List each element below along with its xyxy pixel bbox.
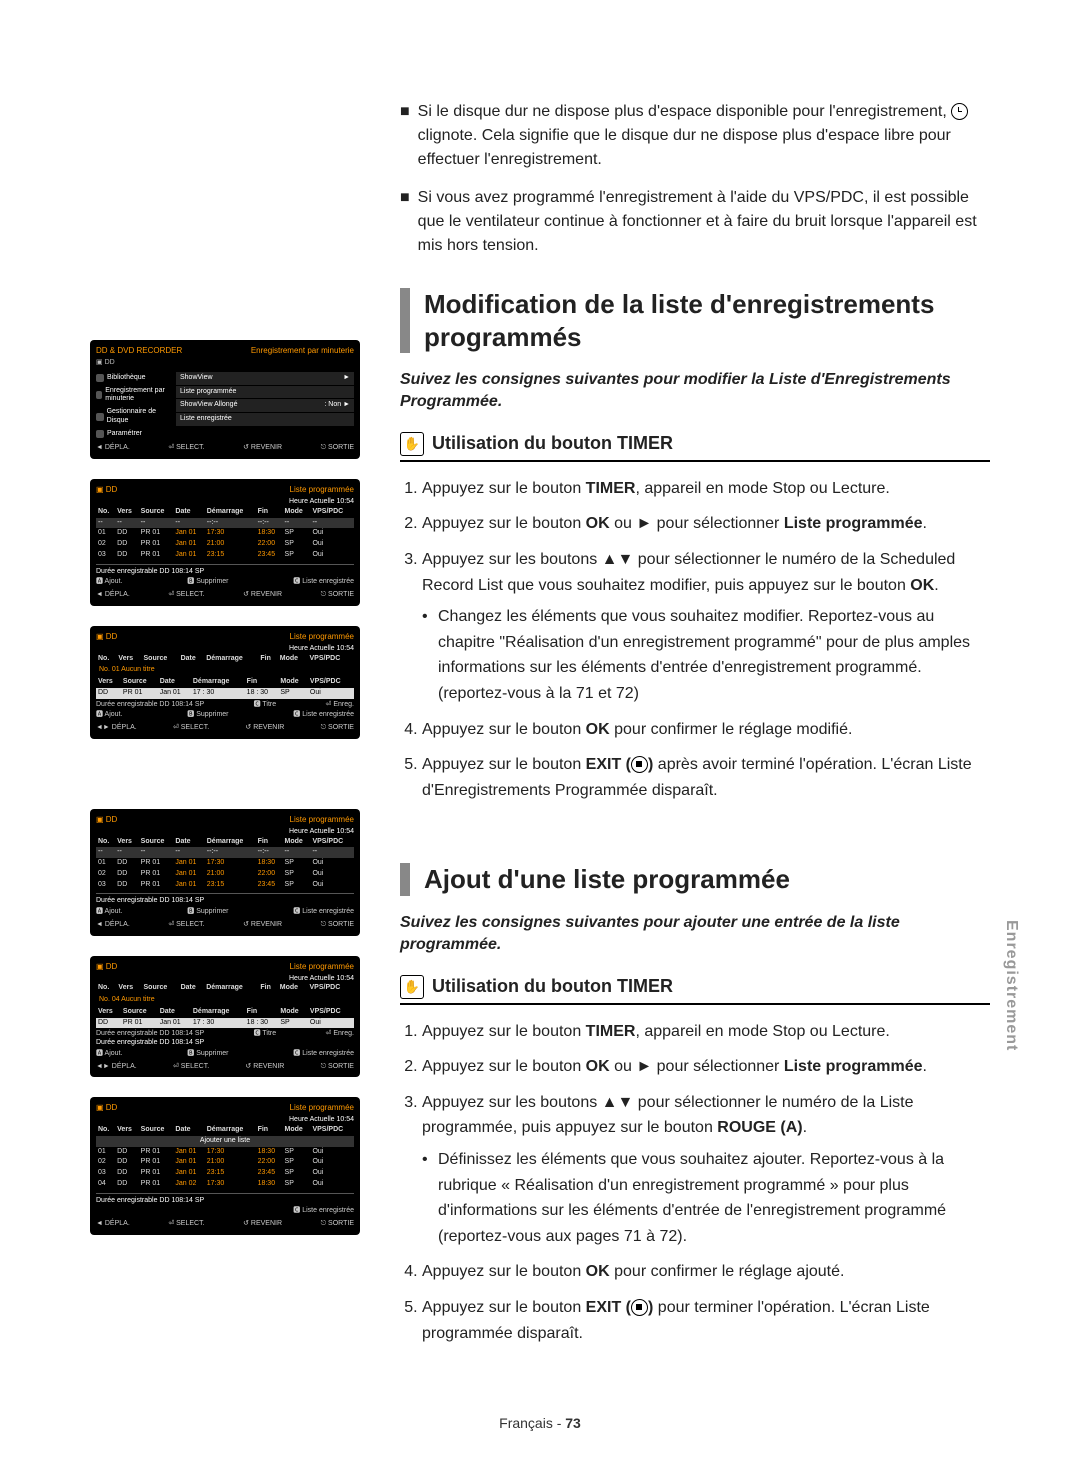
- tv1-foot-0: ◄ DÉPLA.: [96, 444, 130, 453]
- tv2-time: Heure Actuelle 10:54: [96, 498, 354, 507]
- section2-subbar: ✋ Utilisation du bouton TIMER: [400, 975, 990, 1005]
- tv1-left-1: Enregistrement par minuterie: [105, 387, 176, 405]
- s1-step2: Appuyez sur le bouton OK ou ► pour sélec…: [422, 511, 990, 537]
- top-notes: ■ Si le disque dur ne dispose plus d'esp…: [400, 100, 990, 258]
- s2-step3-sub: Définissez les éléments que vous souhait…: [422, 1147, 990, 1249]
- section2-steps: Appuyez sur le bouton TIMER, appareil en…: [400, 1019, 990, 1347]
- tv3-orange-title: No. 01 Aucun titre: [96, 664, 354, 677]
- tv1-right-0: ShowView: [180, 374, 213, 383]
- tv1-foot-2: ↺ REVENIR: [243, 444, 282, 453]
- stop-icon: [631, 756, 648, 773]
- page-footer: Français - 73: [499, 1415, 581, 1431]
- screenshots-column: DD & DVD RECORDER Enregistrement par min…: [90, 340, 360, 1421]
- bullet-icon: ■: [400, 100, 410, 172]
- s2-step1: Appuyez sur le bouton TIMER, appareil en…: [422, 1019, 990, 1045]
- tv-addline-screenshot: ▣ DD Liste programmée Heure Actuelle 10:…: [90, 1097, 360, 1235]
- s1-step5: Appuyez sur le bouton EXIT () après avoi…: [422, 752, 990, 803]
- tv2-table: No.VersSourceDateDémarrageFinModeVPS/PDC…: [96, 507, 354, 561]
- tv1-right-2: ShowView Allongé: [180, 401, 237, 410]
- hand-icon: ✋: [400, 975, 424, 999]
- section2-subtitle: Utilisation du bouton TIMER: [432, 976, 673, 997]
- bullet-icon: ■: [400, 186, 410, 258]
- s2-step2: Appuyez sur le bouton OK ou ► pour sélec…: [422, 1054, 990, 1080]
- section1-subbar: ✋ Utilisation du bouton TIMER: [400, 432, 990, 462]
- section1-intro: Suivez les consignes suivantes pour modi…: [400, 369, 990, 414]
- tv1-left-0: Bibliothèque: [107, 374, 146, 383]
- s2-step4: Appuyez sur le bouton OK pour confirmer …: [422, 1259, 990, 1285]
- tv-edit-screenshot: ▣ DD Liste programmée Heure Actuelle 10:…: [90, 626, 360, 739]
- hand-icon: ✋: [400, 432, 424, 456]
- section1-title: Modification de la liste d'enregistremen…: [400, 288, 990, 353]
- tv1-left-3: Paramétrer: [107, 430, 142, 439]
- s2-step3: Appuyez sur les boutons ▲▼ pour sélectio…: [422, 1090, 990, 1250]
- note-1: Si le disque dur ne dispose plus d'espac…: [418, 100, 990, 172]
- s1-step3: Appuyez sur les boutons ▲▼ pour sélectio…: [422, 547, 990, 707]
- clock-icon: [951, 103, 968, 120]
- section2-intro: Suivez les consignes suivantes pour ajou…: [400, 912, 990, 957]
- text-column: ■ Si le disque dur ne dispose plus d'esp…: [400, 100, 990, 1421]
- tv-list-screenshot-2: ▣ DD Liste programmée Heure Actuelle 10:…: [90, 809, 360, 936]
- side-tab: Enregistrement: [1002, 920, 1020, 1051]
- tv-add-screenshot: ▣ DD Liste programmée Heure Actuelle 10:…: [90, 956, 360, 1078]
- tv1-hdd: DD: [105, 359, 115, 366]
- s1-step3-sub: Changez les éléments que vous souhaitez …: [422, 604, 990, 706]
- tv1-foot-3: ⎋ SORTIE: [321, 444, 354, 453]
- tv1-right-3: Liste enregistrée: [180, 415, 232, 424]
- tv1-title-right: Enregistrement par minuterie: [251, 346, 354, 356]
- stop-icon: [631, 1299, 648, 1316]
- note-2: Si vous avez programmé l'enregistrement …: [418, 186, 990, 258]
- tv5-orange-title: No. 04 Aucun titre: [96, 994, 354, 1007]
- s2-step5: Appuyez sur le bouton EXIT () pour termi…: [422, 1295, 990, 1346]
- tv-list-screenshot-1: ▣ DD Liste programmée Heure Actuelle 10:…: [90, 479, 360, 606]
- tv1-right-1: Liste programmée: [180, 388, 236, 397]
- tv2-rec: Durée enregistrable DD 108:14 SP: [96, 568, 354, 577]
- section2-title: Ajout d'une liste programmée: [400, 863, 990, 896]
- tv1-foot-1: ⏎ SELECT.: [168, 444, 204, 453]
- s1-step4: Appuyez sur le bouton OK pour confirmer …: [422, 717, 990, 743]
- tv1-title-left: DD & DVD RECORDER: [96, 346, 182, 356]
- section1-steps: Appuyez sur le bouton TIMER, appareil en…: [400, 476, 990, 804]
- s1-step1: Appuyez sur le bouton TIMER, appareil en…: [422, 476, 990, 502]
- tv1-left-2: Gestionnaire de Disque: [107, 408, 176, 426]
- section1-subtitle: Utilisation du bouton TIMER: [432, 433, 673, 454]
- tv-menu-screenshot: DD & DVD RECORDER Enregistrement par min…: [90, 340, 360, 459]
